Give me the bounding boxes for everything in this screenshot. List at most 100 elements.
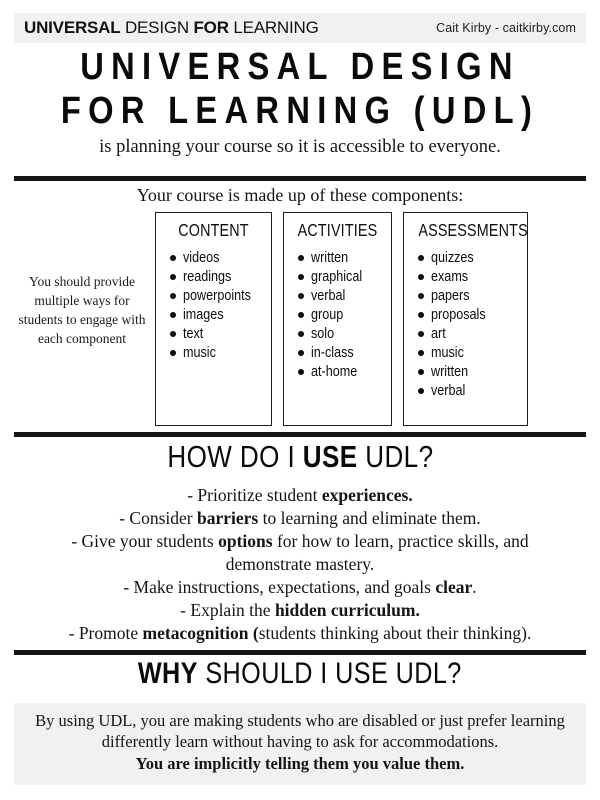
list-item: solo: [296, 324, 387, 343]
how-line-pre: - Consider: [119, 508, 197, 528]
component-boxes: CONTENT videos readings powerpoints imag…: [155, 212, 529, 426]
list-item: text: [168, 324, 267, 343]
how-heading-pre: HOW DO I: [166, 439, 303, 474]
list-item-label: solo: [311, 325, 335, 342]
component-box-activities: ACTIVITIES written graphical verbal grou…: [283, 212, 392, 426]
how-line: - Prioritize student experiences.: [14, 484, 586, 507]
why-section-heading: WHY SHOULD I USE UDL?: [14, 657, 586, 691]
list-item: proposals: [416, 305, 523, 324]
section-divider-3: [14, 650, 586, 655]
list-item-label: exams: [431, 268, 469, 285]
how-line: - Make instructions, expectations, and g…: [14, 576, 586, 599]
list-item-label: music: [431, 344, 464, 361]
how-line-post: to learning and eliminate them.: [258, 508, 481, 528]
main-title-line-2: FOR LEARNING (UDL): [60, 90, 540, 132]
infographic-page: UNIVERSAL DESIGN FOR LEARNING Cait Kirby…: [0, 0, 600, 800]
why-body-text: By using UDL, you are making students wh…: [35, 711, 565, 751]
component-box-content: CONTENT videos readings powerpoints imag…: [155, 212, 272, 426]
main-subtitle: is planning your course so it is accessi…: [99, 137, 501, 157]
how-line-bold: experiences.: [321, 485, 413, 505]
how-section-heading-inner: HOW DO I USE UDL?: [167, 440, 433, 474]
list-item: art: [416, 324, 523, 343]
section-divider-2: [14, 432, 586, 437]
components-caption: Your course is made up of these componen…: [136, 185, 464, 205]
header-bar: UNIVERSAL DESIGN FOR LEARNING Cait Kirby…: [14, 13, 586, 43]
list-item: powerpoints: [168, 286, 267, 305]
list-item: in-class: [296, 343, 387, 362]
how-line-post: .: [472, 577, 477, 597]
list-item-label: text: [183, 325, 204, 342]
component-box-list: written graphical verbal group solo in-c…: [288, 248, 387, 381]
components-side-note: You should provide multiple ways for stu…: [18, 274, 146, 346]
list-item: papers: [416, 286, 523, 305]
list-item-label: papers: [431, 287, 470, 304]
component-box-title: ASSESSMENTS: [418, 220, 528, 240]
how-line: - Give your students options for how to …: [14, 530, 586, 553]
list-item: group: [296, 305, 387, 324]
header-title-word-1: UNIVERSAL: [24, 18, 121, 37]
list-item-label: verbal: [311, 287, 346, 304]
header-title-word-4: LEARNING: [233, 18, 319, 37]
how-heading-emphasis: USE: [302, 439, 358, 474]
how-line-bold: options: [218, 531, 273, 551]
why-heading-emphasis: WHY: [138, 657, 199, 690]
header-title-word-2: DESIGN: [124, 18, 189, 37]
how-line-post: for how to learn, practice skills, and: [272, 531, 529, 551]
how-line: - Consider barriers to learning and elim…: [14, 507, 586, 530]
why-section-body: By using UDL, you are making students wh…: [14, 703, 586, 785]
how-line-pre: demonstrate mastery.: [225, 554, 375, 574]
list-item: readings: [168, 267, 267, 286]
list-item-label: music: [183, 344, 216, 361]
how-line-pre: - Explain the: [180, 600, 275, 620]
list-item-label: quizzes: [431, 249, 474, 266]
section-divider-1: [14, 176, 586, 181]
how-heading-post: UDL?: [357, 439, 434, 474]
list-item: quizzes: [416, 248, 523, 267]
how-section-lines: - Prioritize student experiences. - Cons…: [14, 484, 586, 645]
list-item: graphical: [296, 267, 387, 286]
list-item-label: proposals: [431, 306, 486, 323]
list-item-label: images: [183, 306, 224, 323]
how-line-bold: hidden curriculum.: [274, 600, 420, 620]
why-heading-post: SHOULD I USE UDL?: [198, 657, 462, 690]
list-item: music: [168, 343, 267, 362]
list-item-label: written: [311, 249, 349, 266]
how-line: demonstrate mastery.: [14, 553, 586, 576]
how-line: - Promote metacognition (students thinki…: [14, 622, 586, 645]
list-item: exams: [416, 267, 523, 286]
header-title: UNIVERSAL DESIGN FOR LEARNING: [24, 18, 319, 38]
list-item: at-home: [296, 362, 387, 381]
list-item: verbal: [416, 381, 523, 400]
component-box-assessments: ASSESSMENTS quizzes exams papers proposa…: [403, 212, 528, 426]
list-item: images: [168, 305, 267, 324]
how-line-bold: metacognition (: [142, 623, 259, 643]
component-box-title: CONTENT: [178, 220, 249, 240]
component-box-list: quizzes exams papers proposals art music…: [408, 248, 523, 400]
how-line-bold: barriers: [196, 508, 259, 528]
list-item-label: verbal: [431, 382, 466, 399]
list-item-label: group: [311, 306, 344, 323]
how-section-heading: HOW DO I USE UDL?: [14, 440, 586, 474]
list-item: verbal: [296, 286, 387, 305]
list-item-label: art: [431, 325, 446, 342]
how-line-bold: clear: [435, 577, 473, 597]
list-item: written: [296, 248, 387, 267]
why-section-heading-inner: WHY SHOULD I USE UDL?: [138, 657, 462, 691]
how-line-post: students thinking about their thinking).: [258, 623, 532, 643]
list-item-label: graphical: [311, 268, 363, 285]
list-item: music: [416, 343, 523, 362]
list-item-label: at-home: [311, 363, 358, 380]
author-credit[interactable]: Cait Kirby - caitkirby.com: [436, 21, 576, 35]
component-box-title: ACTIVITIES: [297, 220, 378, 240]
list-item: written: [416, 362, 523, 381]
list-item: videos: [168, 248, 267, 267]
how-line: - Explain the hidden curriculum.: [14, 599, 586, 622]
header-title-word-3: FOR: [193, 18, 229, 37]
list-item-label: in-class: [311, 344, 354, 361]
list-item-label: readings: [183, 268, 232, 285]
how-line-pre: - Give your students: [71, 531, 219, 551]
why-emphasis-text: You are implicitly telling them you valu…: [135, 754, 465, 773]
component-box-list: videos readings powerpoints images text …: [160, 248, 267, 362]
main-title-block: UNIVERSAL DESIGN FOR LEARNING (UDL) is p…: [14, 48, 586, 157]
list-item-label: powerpoints: [183, 287, 251, 304]
